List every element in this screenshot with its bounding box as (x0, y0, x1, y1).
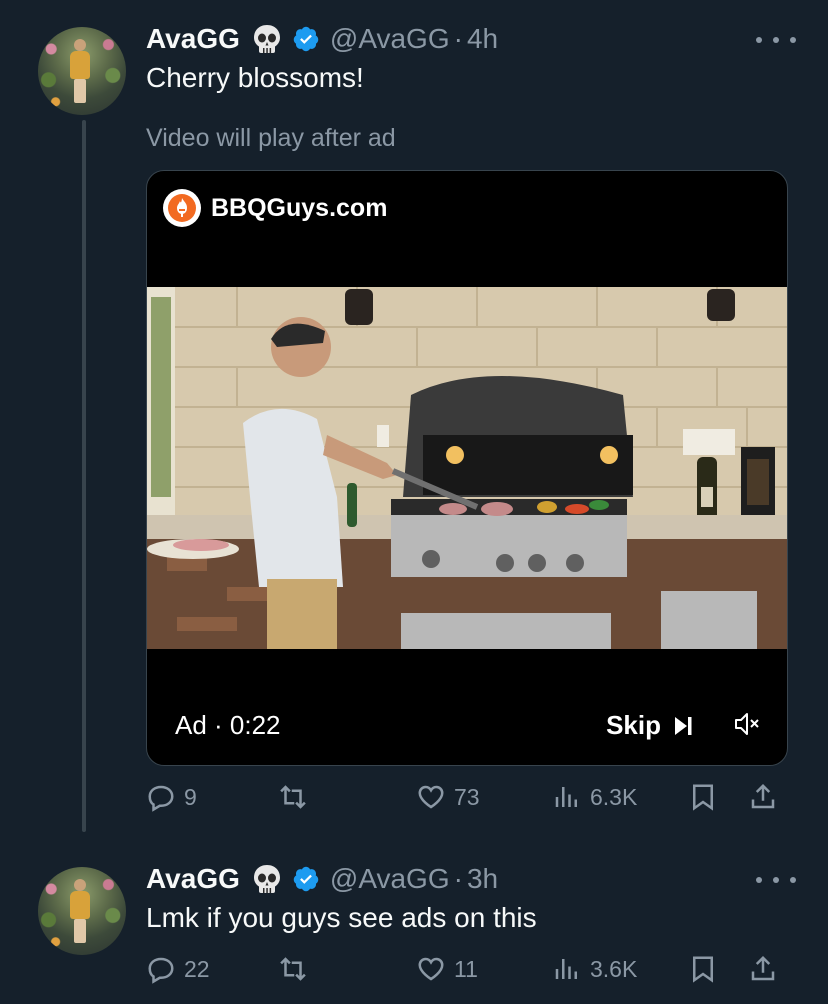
time-separator: · (453, 863, 463, 894)
view-count: 6.3K (590, 783, 638, 810)
reply-icon (148, 785, 174, 812)
tweet-action-bar: 9 73 6.3K (146, 782, 786, 822)
display-name[interactable]: AvaGG (146, 23, 240, 55)
reply-count: 9 (184, 783, 197, 810)
more-options-button[interactable] (756, 30, 796, 50)
views-button[interactable]: 3.6K (552, 954, 637, 984)
reply-button[interactable]: 22 (146, 954, 210, 984)
heart-icon (418, 957, 444, 981)
video-ad-player[interactable]: BBQGuys.com Ad · 0:22 Skip (146, 170, 788, 766)
skip-ad-label: Skip (606, 710, 661, 740)
username-handle[interactable]: @AvaGG (330, 863, 450, 895)
bookmark-icon (693, 956, 713, 983)
verified-badge-icon (293, 26, 319, 52)
username-handle[interactable]: @AvaGG (330, 23, 450, 55)
dot-icon (790, 37, 796, 43)
heart-icon (418, 785, 444, 809)
dot-icon (756, 37, 762, 43)
repost-icon (280, 957, 306, 981)
views-button[interactable]: 6.3K (552, 782, 637, 812)
video-frame (147, 287, 787, 649)
tweet-header: AvaGG @AvaGG · 4h (146, 22, 498, 56)
repost-icon (280, 785, 306, 809)
muted-speaker-icon[interactable] (733, 711, 761, 737)
skull-emoji-icon (253, 865, 280, 893)
share-button[interactable] (748, 954, 778, 984)
reply-icon (148, 957, 174, 984)
dot-icon (773, 37, 779, 43)
reply-button[interactable]: 9 (146, 782, 197, 812)
thread-connector-line (82, 120, 86, 832)
share-button[interactable] (748, 782, 778, 812)
display-name[interactable]: AvaGG (146, 863, 240, 895)
repost-button[interactable] (278, 782, 316, 812)
avatar-figure (68, 39, 92, 105)
bookmark-icon (693, 784, 713, 811)
analytics-icon (555, 787, 577, 807)
like-button[interactable]: 73 (416, 782, 480, 812)
skull-emoji-icon (253, 25, 280, 53)
like-count: 73 (454, 783, 480, 810)
verified-badge-icon (293, 866, 319, 892)
avatar-figure (68, 879, 92, 945)
like-count: 11 (454, 955, 478, 982)
more-options-button[interactable] (756, 870, 796, 890)
tweet-header: AvaGG @AvaGG · 3h (146, 862, 498, 896)
bookmark-button[interactable] (688, 954, 718, 984)
timestamp[interactable]: 3h (467, 863, 498, 895)
timestamp[interactable]: 4h (467, 23, 498, 55)
bbqguys-logo-icon (163, 189, 201, 227)
tweet-text: Cherry blossoms! (146, 62, 364, 93)
dot-icon (790, 877, 796, 883)
share-icon (751, 783, 775, 809)
avatar[interactable] (38, 27, 126, 115)
view-count: 3.6K (590, 955, 638, 982)
like-button[interactable]: 11 (416, 954, 478, 984)
avatar[interactable] (38, 867, 126, 955)
advertiser-name[interactable]: BBQGuys.com (211, 194, 387, 223)
bookmark-button[interactable] (688, 782, 718, 812)
skip-next-icon (675, 716, 692, 735)
time-separator: · (453, 23, 463, 54)
ad-countdown: Ad · 0:22 (175, 710, 281, 740)
reply-count: 22 (184, 955, 210, 982)
share-icon (751, 955, 775, 981)
analytics-icon (555, 959, 577, 979)
repost-button[interactable] (278, 954, 316, 984)
dot-icon (773, 877, 779, 883)
tweet-action-bar: 22 11 3.6K (146, 954, 786, 994)
advertiser-brand[interactable]: BBQGuys.com (163, 189, 387, 227)
dot-icon (756, 877, 762, 883)
ad-notice: Video will play after ad (146, 124, 396, 152)
skip-ad-button[interactable]: Skip (606, 710, 695, 741)
tweet-text: Lmk if you guys see ads on this (146, 902, 537, 933)
